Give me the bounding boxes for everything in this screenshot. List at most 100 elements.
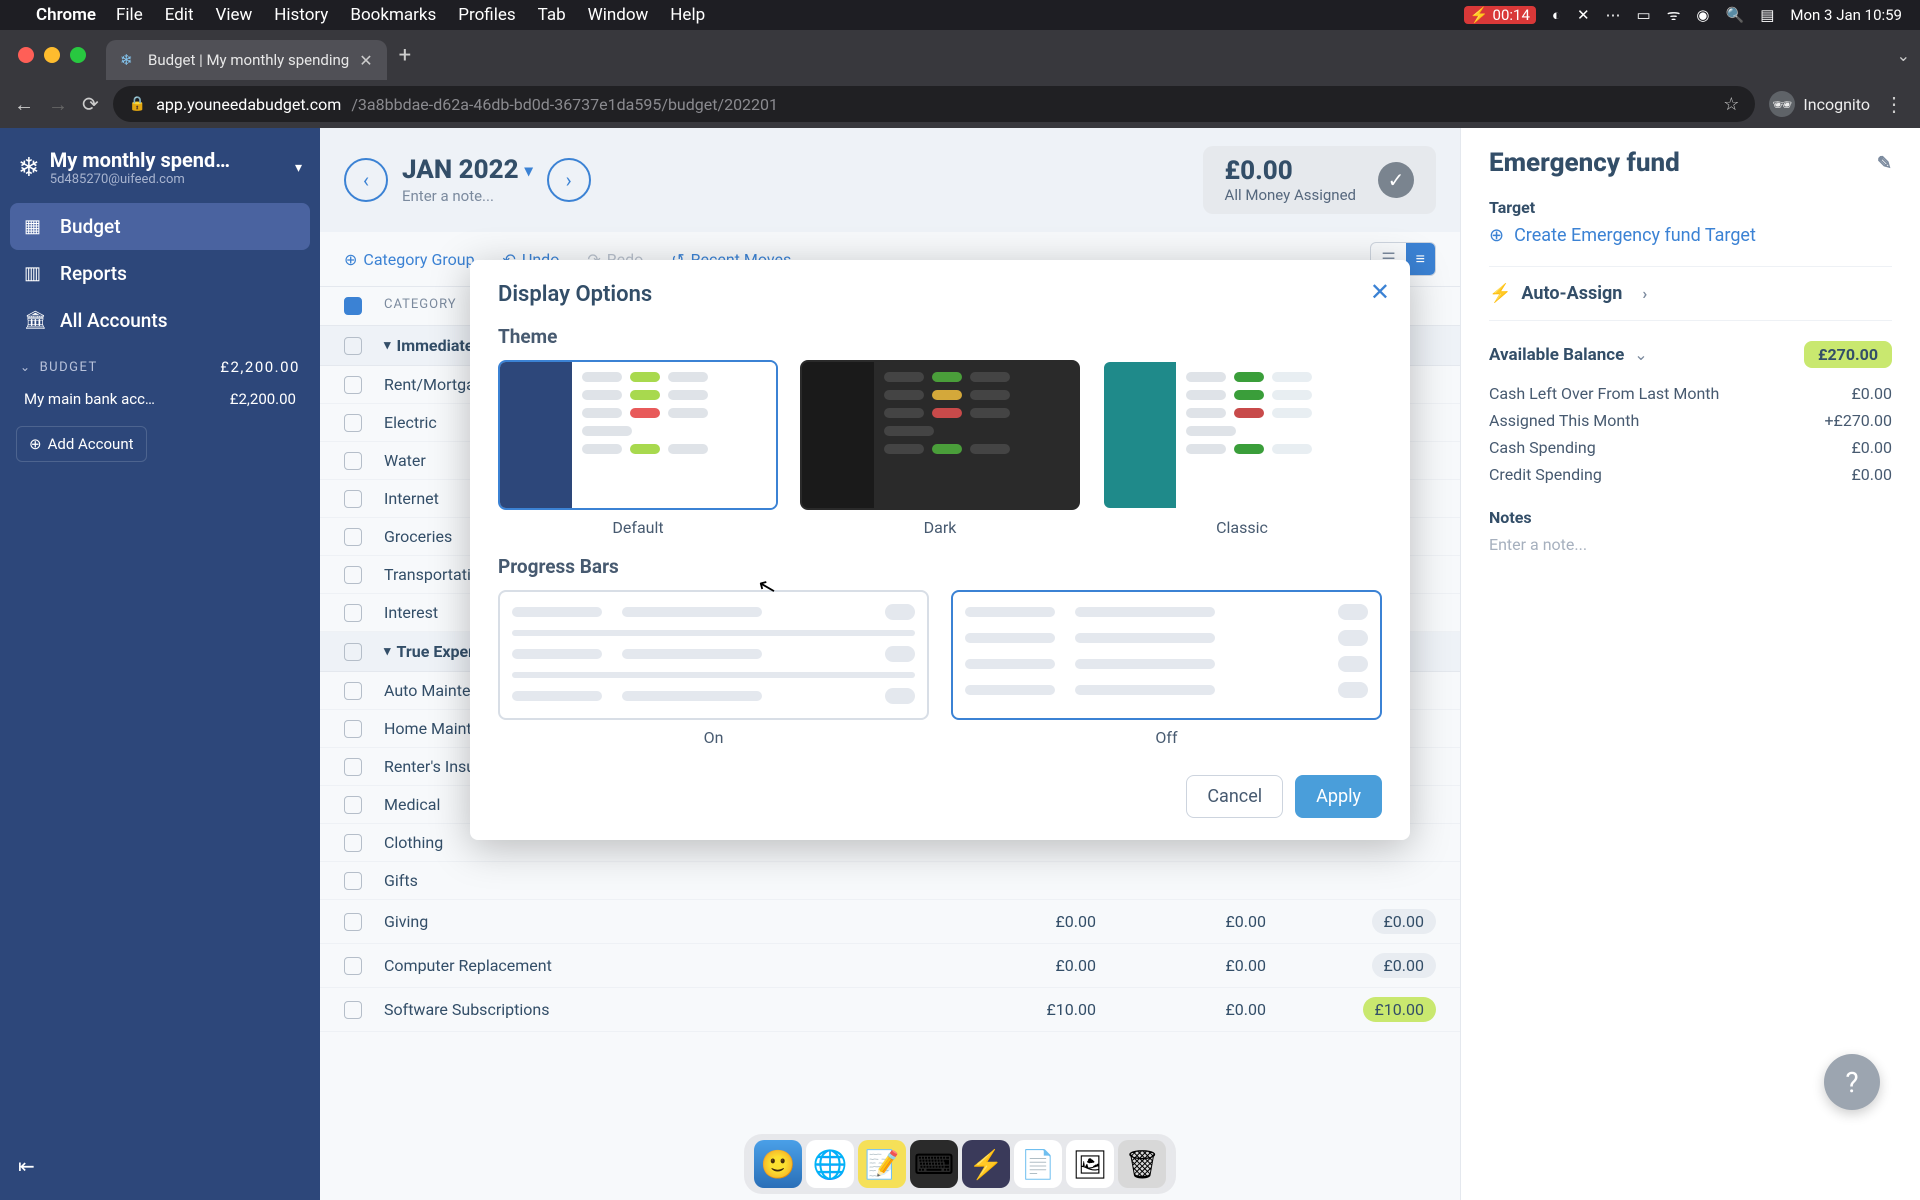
theme-option-default[interactable]: Default <box>498 360 778 537</box>
money-assigned-indicator[interactable]: £0.00 All Money Assigned ✓ <box>1203 146 1436 214</box>
row-checkbox[interactable] <box>344 834 362 852</box>
menu-history[interactable]: History <box>274 5 328 25</box>
row-checkbox[interactable] <box>344 566 362 584</box>
prev-month-button[interactable]: ‹ <box>344 158 388 202</box>
close-window-button[interactable] <box>18 47 34 63</box>
add-account-button[interactable]: ⊕ Add Account <box>16 426 147 462</box>
category-row[interactable]: Computer Replacement£0.00£0.00£0.00 <box>320 944 1460 988</box>
battery-icon[interactable]: ▭ <box>1637 6 1651 24</box>
row-checkbox[interactable] <box>344 913 362 931</box>
selected-category-title: Emergency fund✎ <box>1489 148 1892 178</box>
account-row[interactable]: My main bank acc… £2,200.00 <box>10 382 310 416</box>
menu-file[interactable]: File <box>116 5 143 25</box>
collapse-sidebar-button[interactable]: ⇤ <box>10 1146 310 1186</box>
back-button[interactable]: ← <box>14 92 34 117</box>
progress-section-label: Progress Bars <box>498 555 1382 578</box>
budget-selector[interactable]: ❄ My monthly spend… 5d485270@uifeed.com … <box>10 142 310 203</box>
dock-preview-icon[interactable]: 🖼 <box>1066 1140 1114 1188</box>
control-center-icon[interactable]: ◉ <box>1696 6 1709 24</box>
available-balance-row[interactable]: Available Balance ⌄ £270.00 <box>1489 341 1892 368</box>
new-tab-button[interactable]: + <box>399 43 411 68</box>
macos-menubar: Chrome File Edit View History Bookmarks … <box>0 0 1920 30</box>
menu-bookmarks[interactable]: Bookmarks <box>350 5 436 25</box>
status-icon[interactable]: ⋯ <box>1606 6 1621 24</box>
row-checkbox[interactable] <box>344 796 362 814</box>
view-list-button[interactable]: ≡ <box>1406 243 1435 275</box>
select-all-checkbox[interactable] <box>344 297 362 315</box>
bookmark-star-icon[interactable]: ☆ <box>1723 94 1739 115</box>
status-icon[interactable]: ◐ <box>1552 6 1561 24</box>
dock-terminal-icon[interactable]: ⌨ <box>910 1140 958 1188</box>
close-tab-icon[interactable]: ✕ <box>359 51 372 70</box>
dock-app-icon[interactable]: ⚡ <box>962 1140 1010 1188</box>
spotlight-icon[interactable]: 🔍 <box>1726 6 1745 24</box>
sidebar: ❄ My monthly spend… 5d485270@uifeed.com … <box>0 128 320 1200</box>
browser-menu-button[interactable]: ⋮ <box>1884 92 1906 116</box>
cancel-button[interactable]: Cancel <box>1186 775 1283 818</box>
row-checkbox[interactable] <box>344 957 362 975</box>
dock-pages-icon[interactable]: 📄 <box>1014 1140 1062 1188</box>
progress-option-off[interactable]: Off <box>951 590 1382 747</box>
category-row[interactable]: Gifts <box>320 862 1460 900</box>
month-selector[interactable]: JAN 2022 ▾ <box>402 155 533 185</box>
theme-option-dark[interactable]: Dark <box>800 360 1080 537</box>
row-checkbox[interactable] <box>344 414 362 432</box>
next-month-button[interactable]: › <box>547 158 591 202</box>
close-modal-button[interactable]: ✕ <box>1370 278 1390 306</box>
dock-chrome-icon[interactable]: 🌐 <box>806 1140 854 1188</box>
datetime[interactable]: Mon 3 Jan 10:59 <box>1790 6 1902 24</box>
menu-edit[interactable]: Edit <box>165 5 194 25</box>
menu-view[interactable]: View <box>216 5 253 25</box>
edit-icon[interactable]: ✎ <box>1877 153 1892 174</box>
row-checkbox[interactable] <box>344 376 362 394</box>
notes-input[interactable]: Enter a note... <box>1489 535 1892 554</box>
browser-tab[interactable]: ❄ Budget | My monthly spending ✕ <box>106 40 387 80</box>
dock-trash-icon[interactable]: 🗑 <box>1118 1140 1166 1188</box>
group-checkbox[interactable] <box>344 337 362 355</box>
progress-option-on[interactable]: On <box>498 590 929 747</box>
menu-profiles[interactable]: Profiles <box>458 5 515 25</box>
menu-window[interactable]: Window <box>588 5 649 25</box>
row-checkbox[interactable] <box>344 682 362 700</box>
month-note-input[interactable]: Enter a note... <box>402 187 533 205</box>
row-checkbox[interactable] <box>344 758 362 776</box>
row-checkbox[interactable] <box>344 528 362 546</box>
status-icon[interactable]: ✕ <box>1577 6 1590 24</box>
row-checkbox[interactable] <box>344 720 362 738</box>
row-checkbox[interactable] <box>344 604 362 622</box>
add-category-group-button[interactable]: ⊕Category Group <box>344 250 475 269</box>
row-checkbox[interactable] <box>344 1001 362 1019</box>
maximize-window-button[interactable] <box>70 47 86 63</box>
row-checkbox[interactable] <box>344 452 362 470</box>
sidebar-item-reports[interactable]: ▥ Reports <box>10 250 310 297</box>
minimize-window-button[interactable] <box>44 47 60 63</box>
budget-section-header[interactable]: ⌄ BUDGET £2,200.00 <box>10 344 310 382</box>
theme-option-classic[interactable]: Classic <box>1102 360 1382 537</box>
control-icon[interactable]: ▤ <box>1760 6 1774 24</box>
menu-tab[interactable]: Tab <box>538 5 566 25</box>
sidebar-item-budget[interactable]: ▦ Budget <box>10 203 310 250</box>
create-target-button[interactable]: ⊕ Create Emergency fund Target <box>1489 225 1892 246</box>
row-checkbox[interactable] <box>344 490 362 508</box>
app-menu[interactable]: Chrome <box>36 5 96 25</box>
dock-finder-icon[interactable]: 🙂 <box>754 1140 802 1188</box>
wifi-icon[interactable]: ᯤ <box>1667 5 1681 25</box>
address-bar[interactable]: 🔒 app.youneedabudget.com/3a8bbdae-d62a-4… <box>113 86 1756 122</box>
reports-icon: ▥ <box>24 263 46 284</box>
sidebar-item-accounts[interactable]: 🏛 All Accounts <box>10 297 310 344</box>
lock-icon: 🔒 <box>129 96 146 112</box>
incognito-indicator[interactable]: 🕶 Incognito <box>1769 91 1870 117</box>
apply-button[interactable]: Apply <box>1295 775 1382 818</box>
category-row[interactable]: Giving£0.00£0.00£0.00 <box>320 900 1460 944</box>
reload-button[interactable]: ⟳ <box>82 92 99 116</box>
category-row[interactable]: Software Subscriptions£10.00£0.00£10.00 <box>320 988 1460 1032</box>
menu-help[interactable]: Help <box>670 5 705 25</box>
auto-assign-button[interactable]: ⚡ Auto-Assign › <box>1489 266 1892 321</box>
battery-status[interactable]: ⚡00:14 <box>1464 6 1536 24</box>
tab-list-dropdown-icon[interactable]: ⌄ <box>1897 46 1910 65</box>
group-checkbox[interactable] <box>344 643 362 661</box>
help-button[interactable]: ? <box>1824 1054 1880 1110</box>
url-path: /3a8bbdae-d62a-46db-bd0d-36737e1da595/bu… <box>351 95 778 114</box>
row-checkbox[interactable] <box>344 872 362 890</box>
dock-notes-icon[interactable]: 📝 <box>858 1140 906 1188</box>
